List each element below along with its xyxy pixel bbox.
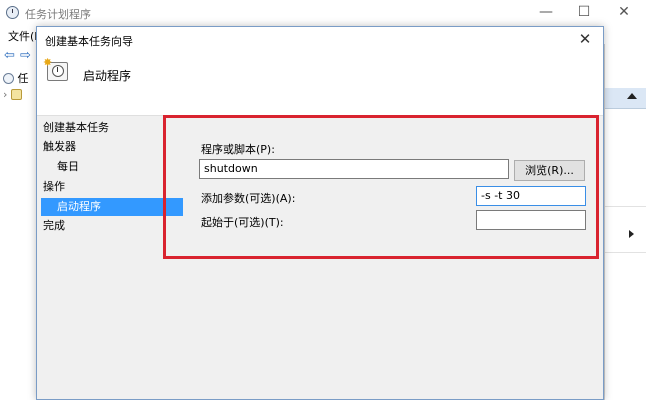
forward-arrow-icon[interactable]: ⇨	[20, 48, 31, 63]
actions-pane	[604, 44, 646, 400]
maximize-button[interactable]: ☐	[564, 0, 604, 26]
tree-item-root[interactable]: 任	[3, 70, 29, 86]
tree-item-library[interactable]: ›	[3, 88, 22, 101]
create-basic-task-dialog: 创建基本任务向导 ✕ ✸ 启动程序 创建基本任务 触发器 每日 操作 启动程序 …	[36, 26, 604, 400]
wizard-steps-nav: 创建基本任务 触发器 每日 操作 启动程序 完成	[37, 116, 183, 400]
nav-item-create-basic-task: 创建基本任务	[43, 121, 109, 134]
nav-item-trigger: 触发器	[43, 140, 76, 153]
clock-icon	[3, 73, 14, 84]
wizard-step-title: 启动程序	[83, 69, 132, 83]
pane-divider	[605, 206, 646, 207]
actions-pane-header[interactable]	[605, 88, 646, 109]
nav-item-daily: 每日	[57, 160, 79, 173]
nav-item-start-program: 启动程序	[41, 198, 183, 216]
toolbar: ⇦ ⇨	[0, 44, 40, 66]
pane-divider	[605, 252, 646, 253]
task-scheduler-icon	[6, 6, 19, 19]
main-titlebar: 任务计划程序 — ☐ ✕	[0, 0, 646, 26]
task-clock-icon: ✸	[43, 57, 69, 81]
nav-item-action: 操作	[43, 180, 65, 193]
back-arrow-icon[interactable]: ⇦	[4, 48, 15, 63]
red-highlight-box	[163, 115, 599, 259]
collapse-up-icon[interactable]	[627, 93, 637, 99]
dialog-close-icon[interactable]: ✕	[575, 29, 595, 49]
nav-item-finish: 完成	[43, 219, 65, 232]
submenu-arrow-icon[interactable]	[629, 230, 634, 238]
folder-icon	[10, 89, 22, 100]
star-icon: ✸	[43, 56, 53, 69]
dialog-titlebar: 创建基本任务向导 ✕	[37, 27, 603, 51]
chevron-right-icon[interactable]: ›	[3, 88, 7, 101]
main-window-title: 任务计划程序	[25, 8, 91, 21]
dialog-title: 创建基本任务向导	[45, 35, 133, 48]
tree-item-label: 任	[17, 72, 29, 85]
minimize-button[interactable]: —	[526, 0, 566, 26]
close-button[interactable]: ✕	[604, 0, 644, 26]
wizard-header: ✸ 启动程序	[37, 51, 603, 116]
navigation-tree: 任 ›	[0, 66, 39, 400]
